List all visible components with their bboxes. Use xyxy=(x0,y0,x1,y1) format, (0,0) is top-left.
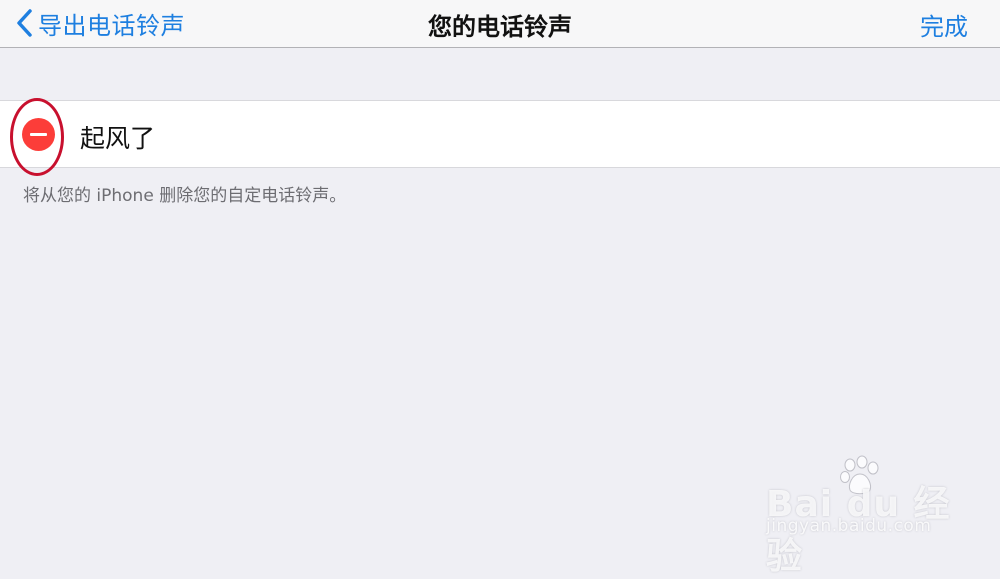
minus-icon xyxy=(30,133,47,136)
ringtone-list: 起风了 xyxy=(0,100,1000,168)
watermark-url: jingyan.baidu.com xyxy=(766,516,932,536)
navigation-bar: 导出电话铃声 您的电话铃声 完成 xyxy=(0,0,1000,48)
delete-ringtone-button[interactable] xyxy=(22,118,55,151)
list-footer-note: 将从您的 iPhone 删除您的自定电话铃声。 xyxy=(23,186,347,206)
baidu-jingyan-watermark: Bai du 经验 jingyan.baidu.com xyxy=(766,455,966,577)
chevron-left-icon xyxy=(17,9,32,37)
back-button[interactable]: 导出电话铃声 xyxy=(16,4,185,42)
back-button-label: 导出电话铃声 xyxy=(38,11,185,40)
ringtone-name[interactable]: 起风了 xyxy=(80,119,155,155)
done-button[interactable]: 完成 xyxy=(920,7,968,42)
